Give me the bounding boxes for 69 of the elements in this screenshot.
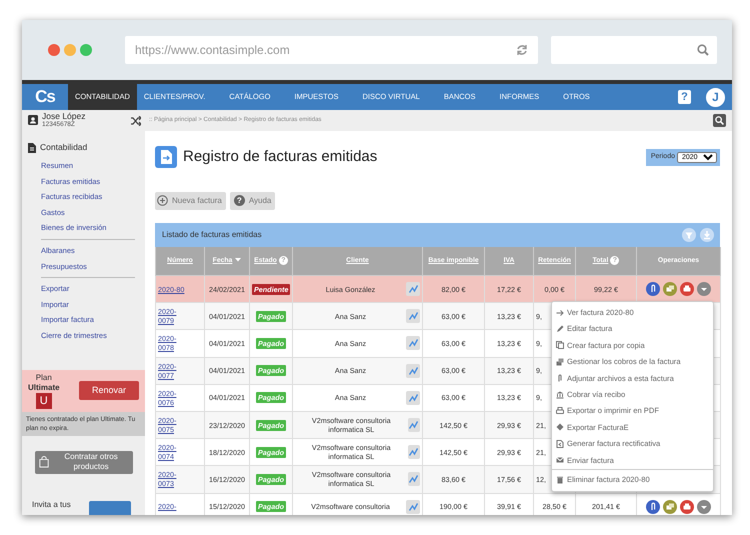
bank-icon: [556, 390, 564, 399]
paperclip-icon[interactable]: [646, 500, 660, 514]
document-icon: [556, 440, 564, 448]
chart-button[interactable]: [408, 418, 420, 432]
document-icon: [155, 146, 177, 168]
products-button[interactable]: Contratar otros productos: [35, 450, 133, 474]
trend-icon: [408, 312, 418, 320]
coins-icon[interactable]: [663, 282, 677, 296]
search-icon: [697, 44, 709, 56]
trend-icon: [408, 394, 418, 402]
add-icon: [157, 195, 168, 206]
plan-label: Plan: [36, 372, 52, 383]
contact-card-icon: [28, 115, 38, 125]
help-icon: ?: [234, 195, 245, 206]
trend-icon: [409, 475, 418, 484]
page-title: Registro de facturas emitidas: [183, 147, 378, 167]
printer-icon[interactable]: [680, 282, 694, 296]
chart-button[interactable]: [408, 445, 420, 460]
filter-icon[interactable]: [682, 228, 696, 242]
printer-icon[interactable]: [680, 500, 694, 514]
dropdown-icon[interactable]: [697, 282, 711, 296]
caret-icon: [235, 258, 242, 262]
download-icon[interactable]: [700, 228, 714, 242]
invite-text: Invita a tus: [32, 499, 71, 511]
dropdown-icon[interactable]: [697, 500, 711, 514]
trend-icon: [408, 502, 418, 511]
copy-icon: [556, 341, 564, 350]
chart-button[interactable]: [406, 309, 420, 324]
chart-button[interactable]: [408, 472, 420, 486]
paperclip-icon[interactable]: [646, 282, 660, 296]
coins-icon: [556, 358, 564, 366]
trend-icon: [409, 421, 418, 430]
coins-icon[interactable]: [663, 500, 677, 514]
chart-button[interactable]: [406, 336, 420, 350]
document-icon: [28, 142, 36, 153]
paperclip-icon: [556, 374, 564, 382]
printer-icon: [556, 407, 564, 416]
logo[interactable]: Cs: [22, 84, 68, 110]
toolbar-button[interactable]: Nueva factura: [155, 192, 226, 210]
chart-button[interactable]: [406, 390, 420, 405]
shuffle-icon[interactable]: [130, 116, 141, 126]
bag-icon: [39, 455, 50, 470]
envelope-icon: [556, 456, 564, 464]
search-button[interactable]: [713, 114, 726, 127]
toolbar-button[interactable]: ? Ayuda: [230, 192, 276, 210]
trend-icon: [408, 366, 418, 375]
user-name: Jose López: [42, 112, 86, 121]
chart-button[interactable]: [406, 500, 420, 514]
search-field[interactable]: [550, 36, 717, 64]
avatar[interactable]: J: [705, 86, 726, 108]
trend-icon: [408, 339, 418, 348]
diamond-icon: [556, 423, 564, 432]
arrow-icon: [556, 308, 564, 317]
plan-name: Ultimate: [28, 382, 60, 393]
help-button[interactable]: ?: [678, 90, 691, 104]
window-control[interactable]: [48, 44, 60, 56]
table-title: Listado de facturas emitidas: [162, 228, 262, 240]
chart-button[interactable]: [406, 364, 420, 378]
plan-badge: U: [36, 392, 52, 409]
section-heading: Contabilidad: [40, 141, 88, 154]
pencil-icon: [556, 325, 564, 334]
trash-icon: [556, 476, 564, 484]
renew-button[interactable]: Renovar: [79, 381, 139, 400]
trend-icon: [409, 448, 418, 456]
chart-button[interactable]: [406, 282, 420, 296]
reload-icon[interactable]: [516, 44, 528, 56]
window-control[interactable]: [80, 44, 92, 56]
trend-icon: [408, 285, 418, 294]
search-icon: [715, 116, 724, 125]
